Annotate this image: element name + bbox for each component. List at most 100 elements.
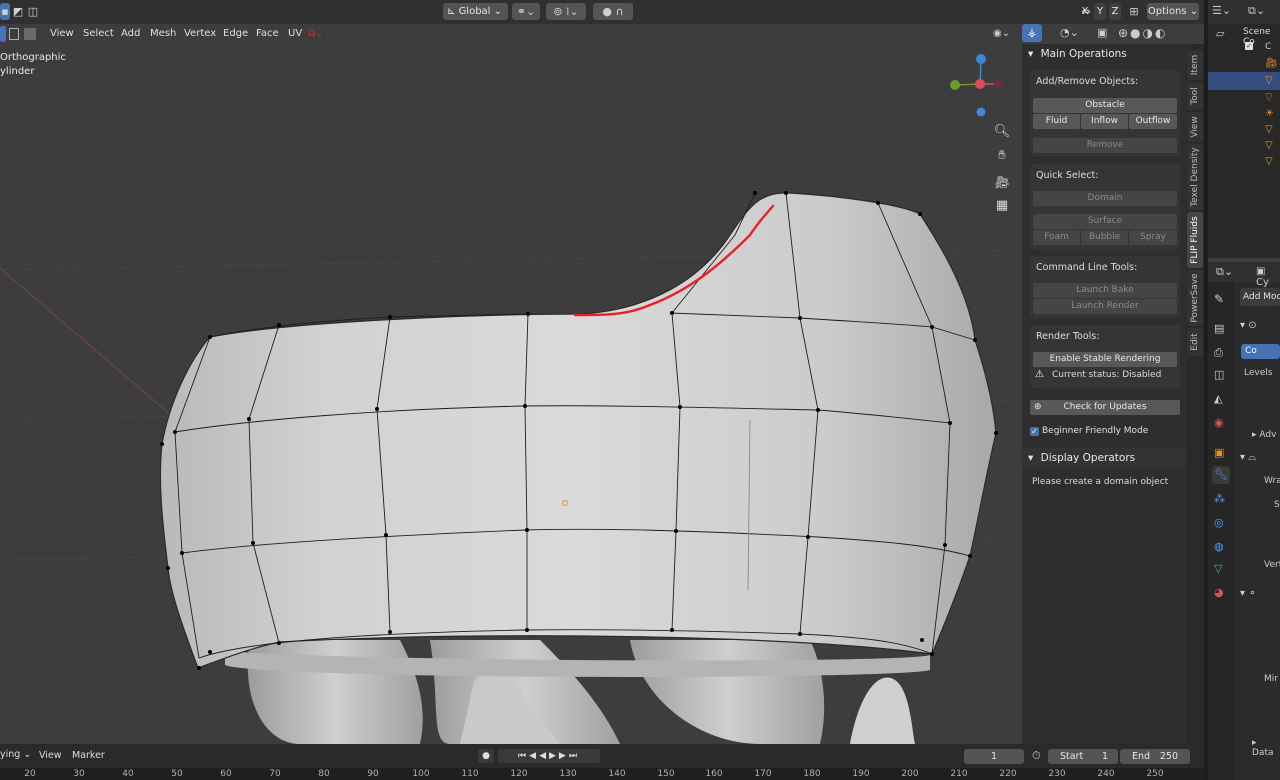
- modifier3-expand-icon[interactable]: ▾ ⚬: [1240, 588, 1257, 599]
- uv-sync-icon[interactable]: ⧉⌄: [308, 26, 334, 42]
- zoom-icon[interactable]: 🔍︎: [992, 122, 1012, 142]
- properties-type-icon[interactable]: ⧉⌄: [1216, 265, 1233, 279]
- display-mode-icon[interactable]: ⧉⌄: [1248, 4, 1265, 18]
- domain-button[interactable]: Domain: [1033, 191, 1177, 206]
- end-frame-field[interactable]: End 250: [1120, 749, 1190, 764]
- end-label: End: [1132, 751, 1151, 762]
- vertex-mode-icon[interactable]: [0, 26, 6, 42]
- remove-button[interactable]: Remove: [1033, 138, 1177, 153]
- stopwatch-icon[interactable]: ⏱: [1032, 749, 1041, 763]
- ruler-label: 110: [461, 769, 479, 779]
- menu-edge[interactable]: Edge: [223, 26, 248, 42]
- grid-view-icon[interactable]: ▦: [992, 196, 1012, 216]
- visibility-icon[interactable]: ◉⌄: [993, 26, 1019, 42]
- axis-z-toggle[interactable]: Z: [1109, 3, 1121, 20]
- transform-orientation-dropdown[interactable]: ⊾ Global ⌄: [443, 3, 508, 20]
- beginner-mode-checkbox[interactable]: ✓: [1030, 427, 1039, 436]
- 3d-viewport[interactable]: Orthographic ylinder 🔍︎ ✋︎ 🎥︎ ▦: [0, 44, 1022, 744]
- tool-icon[interactable]: ✎: [1214, 292, 1224, 306]
- tab-edit[interactable]: Edit: [1187, 328, 1203, 356]
- advanced-section[interactable]: ▸ Adv: [1252, 430, 1276, 440]
- catmull-clark-tab[interactable]: Co: [1241, 344, 1280, 359]
- xray-icon[interactable]: ▣: [1097, 25, 1113, 41]
- render-icon[interactable]: ▤: [1214, 322, 1224, 335]
- fluid-button[interactable]: Fluid: [1033, 114, 1080, 129]
- pivot-point-dropdown[interactable]: ⚭⌄: [512, 3, 540, 20]
- mode-icons[interactable]: [0, 26, 40, 42]
- physics-icon[interactable]: ◎: [1214, 516, 1224, 529]
- proportional-edit-dropdown[interactable]: ● ∩: [593, 3, 633, 20]
- modifier-expand-icon[interactable]: ▾ ⊙: [1240, 320, 1257, 331]
- launch-render-button[interactable]: Launch Render: [1033, 299, 1177, 314]
- object-props-icon[interactable]: ▣: [1214, 446, 1224, 459]
- add-modifier-dropdown[interactable]: Add Mod: [1240, 288, 1280, 306]
- mesh-symmetry-icon[interactable]: ⊞: [1126, 3, 1142, 20]
- tab-powersave[interactable]: PowerSave: [1187, 270, 1203, 326]
- quick-select-box: Quick Select: Domain Surface Foam Bubble…: [1030, 164, 1180, 249]
- edge-mode-icon[interactable]: [9, 28, 19, 40]
- modifier-wrench-icon[interactable]: 🔧︎: [1212, 466, 1230, 484]
- tab-flip-fluids[interactable]: FLIP Fluids: [1187, 212, 1203, 268]
- menu-face[interactable]: Face: [256, 26, 279, 42]
- output-icon[interactable]: ⎙: [1214, 346, 1223, 360]
- playback-controls[interactable]: ⏮◀◀▶▶⏭: [498, 749, 600, 763]
- shading-modes[interactable]: ⊕●◑◐: [1118, 25, 1190, 41]
- tab-tool[interactable]: Tool: [1187, 82, 1203, 110]
- edge-select-icon[interactable]: ◫: [26, 3, 40, 20]
- constraints-icon[interactable]: ◍: [1214, 540, 1224, 553]
- timeline-marker-menu[interactable]: Marker: [72, 750, 105, 761]
- view-layer-icon[interactable]: ◫: [1214, 368, 1224, 381]
- record-button[interactable]: ●: [478, 749, 494, 763]
- bubble-button[interactable]: Bubble: [1081, 230, 1128, 245]
- overlays-icon[interactable]: ◔⌄: [1060, 25, 1090, 41]
- enable-stable-rendering-button[interactable]: Enable Stable Rendering: [1033, 352, 1177, 367]
- outflow-button[interactable]: Outflow: [1129, 114, 1177, 129]
- object-name-field[interactable]: ▣ Cy: [1256, 266, 1280, 288]
- vertex-select-icon[interactable]: ◩: [12, 3, 24, 20]
- options-dropdown[interactable]: Options ⌄: [1147, 3, 1199, 20]
- foam-button[interactable]: Foam: [1033, 230, 1080, 245]
- playback-dropdown[interactable]: ying ⌄: [0, 749, 31, 760]
- start-frame-field[interactable]: Start 1: [1048, 749, 1118, 764]
- timeline-view-menu[interactable]: View: [39, 750, 62, 761]
- tab-item[interactable]: Item: [1187, 50, 1203, 80]
- data-section[interactable]: ▸ Data: [1252, 738, 1280, 758]
- display-operators-header[interactable]: ▾ Display Operators: [1022, 448, 1186, 468]
- tab-view[interactable]: View: [1187, 112, 1203, 142]
- surface-button[interactable]: Surface: [1033, 214, 1177, 229]
- menu-uv[interactable]: UV: [288, 26, 302, 42]
- menu-add[interactable]: Add: [121, 26, 140, 42]
- snap-dropdown[interactable]: ⊚ ⁞⌄: [546, 3, 586, 20]
- current-frame-field[interactable]: 1: [964, 749, 1024, 764]
- check-updates-button[interactable]: ⊕ Check for Updates: [1030, 400, 1180, 415]
- particles-icon[interactable]: ⁂: [1214, 492, 1225, 505]
- tab-texel-density[interactable]: Texel Density: [1187, 144, 1203, 210]
- collection-checkbox[interactable]: ✓: [1245, 42, 1253, 50]
- select-mode-icon[interactable]: ▪: [0, 3, 10, 20]
- camera-icon[interactable]: 🎥︎: [992, 172, 1012, 192]
- face-mode-icon[interactable]: [24, 28, 36, 40]
- gizmo-toggle-icon[interactable]: ⚶: [1022, 24, 1042, 42]
- axis-y-toggle[interactable]: Y: [1094, 3, 1106, 20]
- modifier2-expand-icon[interactable]: ▾ ⌓: [1240, 452, 1256, 463]
- inflow-button[interactable]: Inflow: [1081, 114, 1128, 129]
- mesh-canvas[interactable]: [0, 44, 1022, 744]
- axis-x-toggle[interactable]: X: [1079, 3, 1091, 20]
- menu-view[interactable]: View: [50, 26, 74, 42]
- navigation-gizmo[interactable]: [950, 54, 1002, 117]
- outliner-editor-type-icon[interactable]: ☰⌄: [1212, 4, 1231, 17]
- hand-pan-icon[interactable]: ✋︎: [992, 146, 1012, 166]
- material-icon[interactable]: ◕: [1214, 586, 1224, 599]
- menu-select[interactable]: Select: [83, 26, 114, 42]
- menu-vertex[interactable]: Vertex: [184, 26, 216, 42]
- world-icon[interactable]: ◉: [1214, 416, 1224, 429]
- obstacle-button[interactable]: Obstacle: [1033, 98, 1177, 113]
- spray-button[interactable]: Spray: [1129, 230, 1177, 245]
- object-name-text: Cy: [1256, 277, 1269, 288]
- launch-bake-button[interactable]: Launch Bake: [1033, 283, 1177, 298]
- mesh-data-icon[interactable]: ▽: [1214, 562, 1222, 575]
- scene-props-icon[interactable]: ◭: [1214, 392, 1222, 405]
- main-operations-header[interactable]: ▾ Main Operations: [1022, 44, 1186, 64]
- ruler-label: 220: [999, 769, 1017, 779]
- menu-mesh[interactable]: Mesh: [150, 26, 176, 42]
